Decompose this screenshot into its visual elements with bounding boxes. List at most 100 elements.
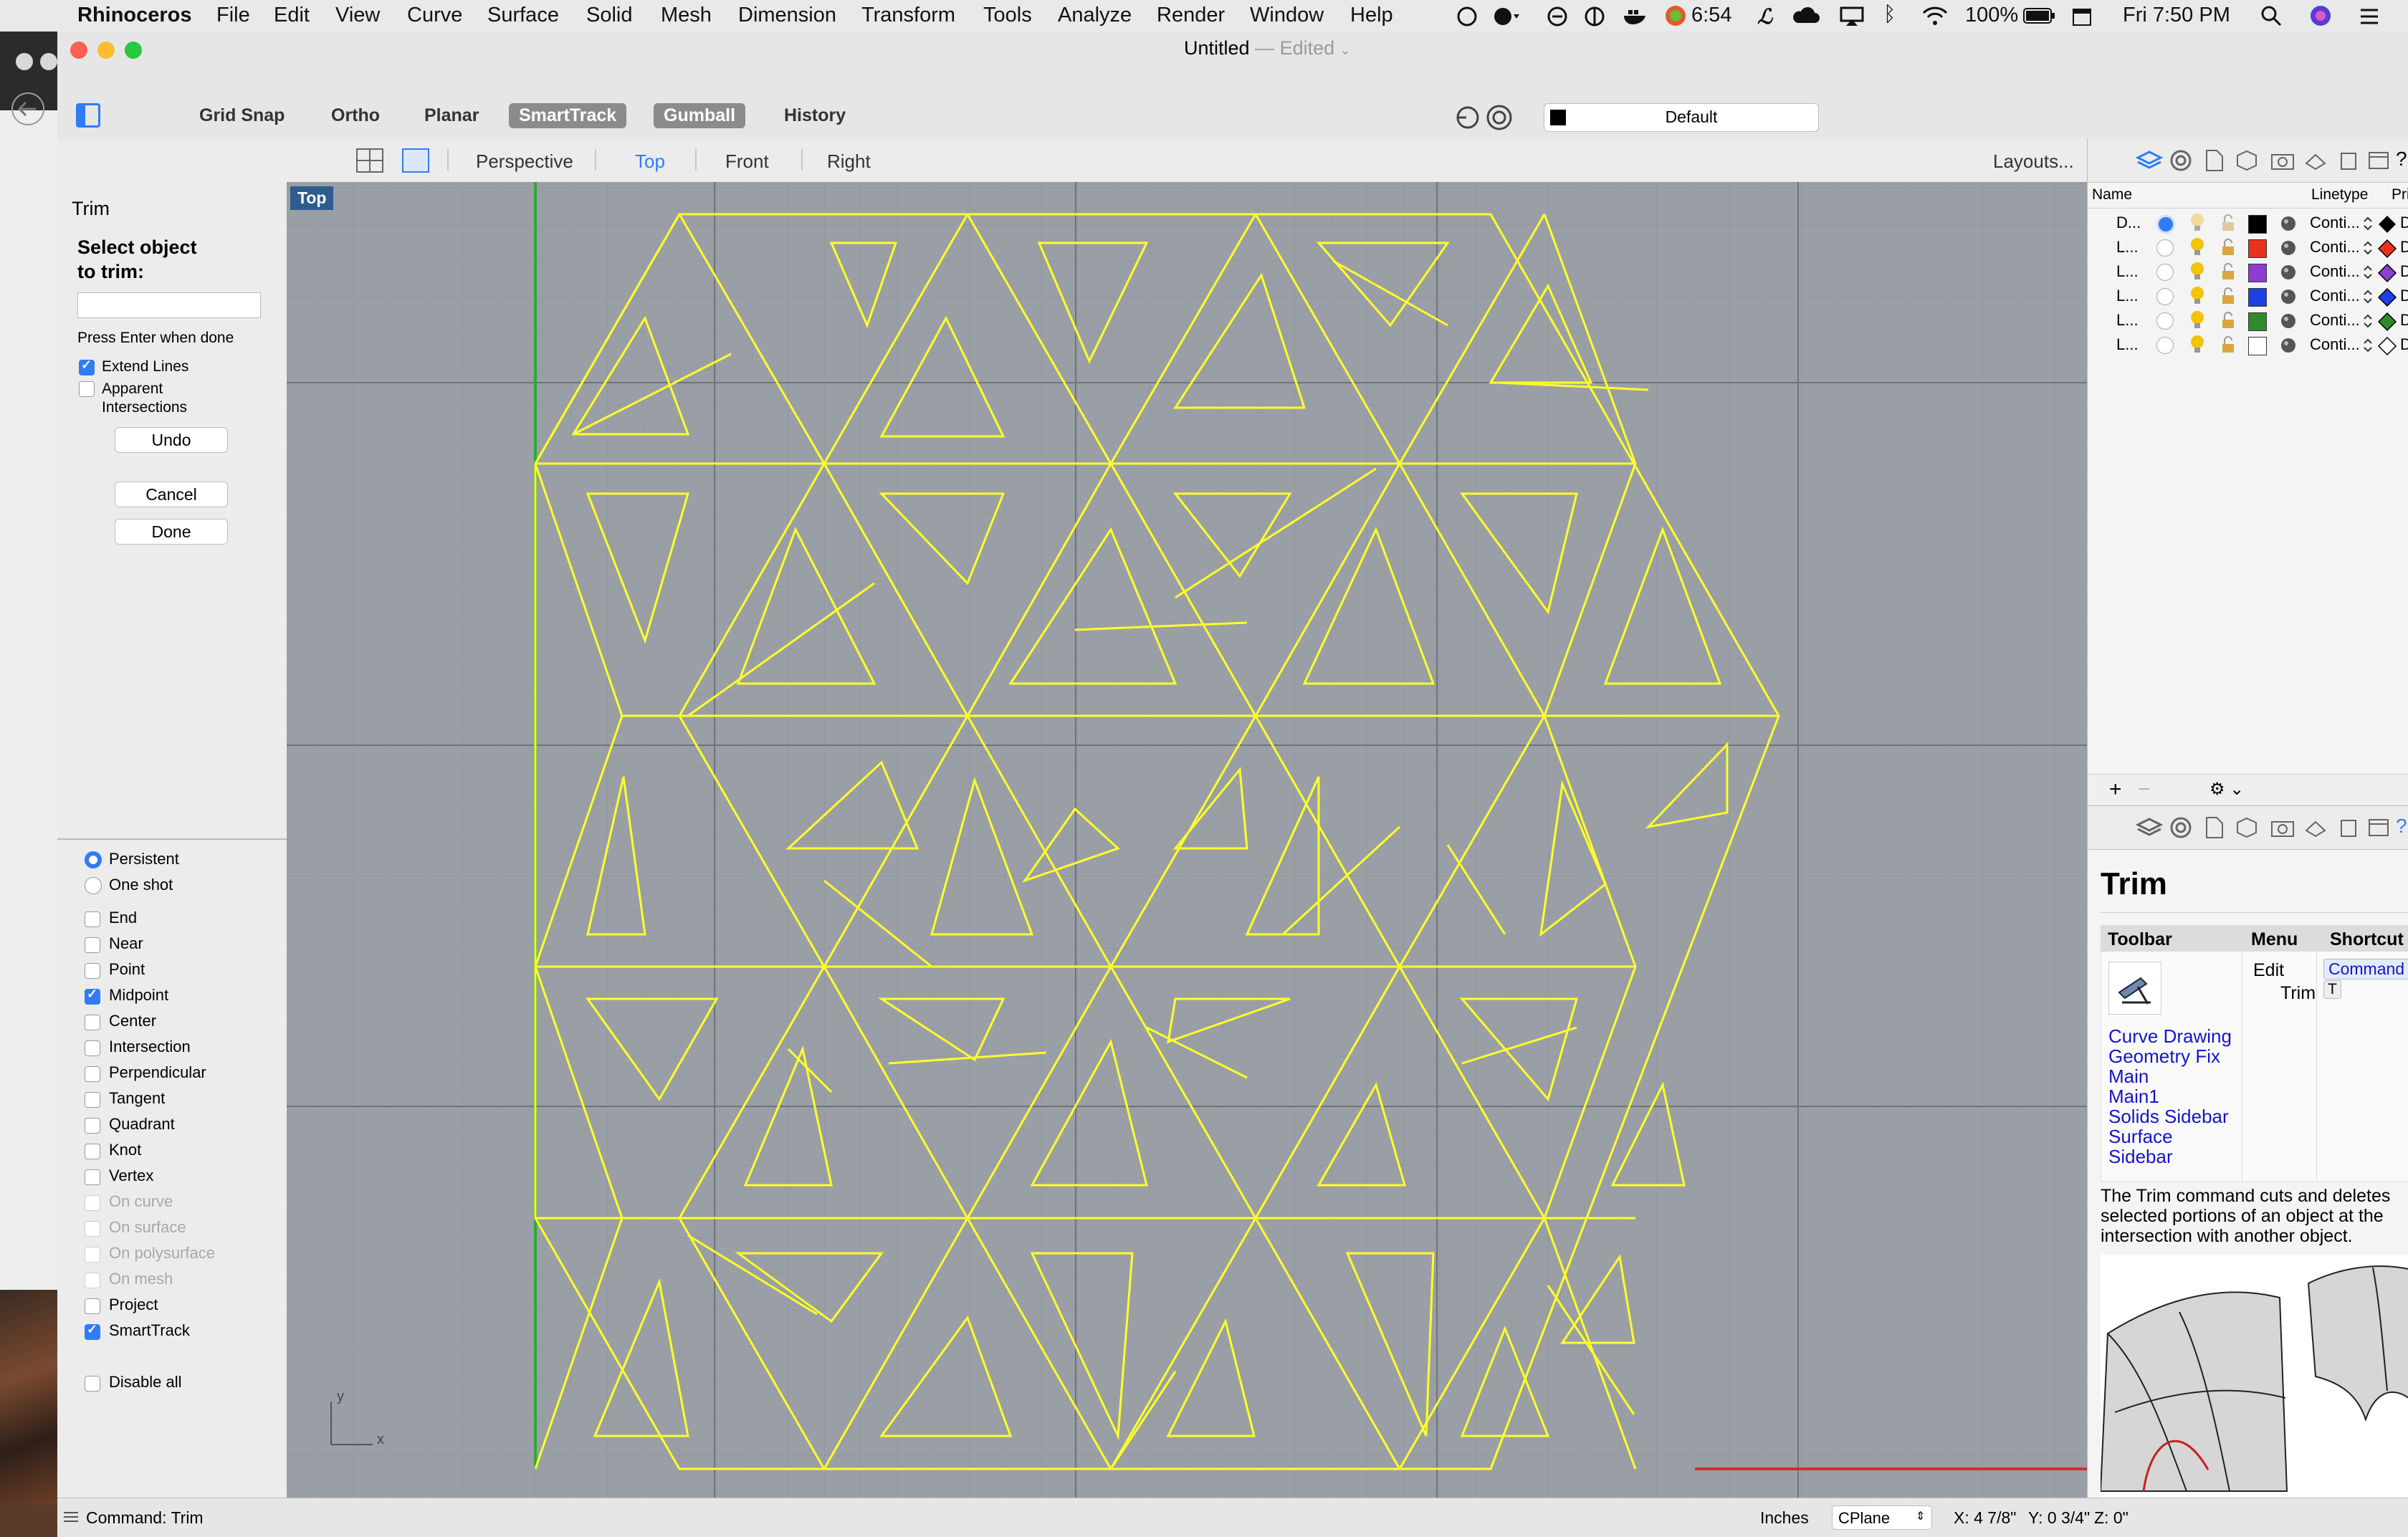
help-toolbar-link[interactable]: Geometry Fix [2108, 1046, 2252, 1066]
menu-analyze[interactable]: Analyze [1058, 4, 1132, 27]
layers-col-name[interactable]: Name [2092, 186, 2132, 204]
siri-icon[interactable] [2309, 4, 2332, 27]
apparent-intersections-label[interactable]: Apparent Intersections [102, 380, 209, 417]
bluetooth-icon[interactable]: ᛒ [1883, 3, 1896, 27]
layer-linetype[interactable]: Conti... [2310, 287, 2360, 305]
menu-solid[interactable]: Solid [586, 4, 633, 27]
lightbulb-icon[interactable] [2188, 285, 2207, 307]
object-tab-icon[interactable] [2235, 816, 2258, 839]
document-tab-icon[interactable] [2204, 149, 2224, 172]
current-layer-dropdown[interactable]: Default [1544, 103, 1819, 132]
units-label[interactable]: Inches [1760, 1508, 1809, 1528]
calendar-icon[interactable] [2071, 6, 2093, 27]
lightbulb-icon[interactable] [2188, 261, 2207, 282]
lightbulb-icon[interactable] [2188, 334, 2207, 355]
layers-tab-icon[interactable] [2135, 816, 2164, 839]
osnap-midpoint-checkbox[interactable] [85, 987, 100, 1005]
osnap-quadrant-checkbox[interactable] [85, 1118, 100, 1134]
osnap-end-label[interactable]: End [109, 909, 137, 927]
cplane-dropdown[interactable]: CPlane ⇕ [1832, 1505, 1932, 1530]
lightbulb-icon[interactable] [2188, 310, 2207, 331]
osnap-perpendicular-checkbox[interactable] [85, 1066, 100, 1082]
osnap-intersection-label[interactable]: Intersection [109, 1038, 191, 1056]
layer-row[interactable]: D... Conti... De [2088, 214, 2408, 238]
camera-tab-icon[interactable] [2270, 149, 2295, 172]
help-tab-icon[interactable]: ? [2396, 148, 2407, 171]
lightbulb-icon[interactable] [2188, 236, 2207, 258]
layer-color-swatch[interactable] [2248, 312, 2267, 331]
battery-icon[interactable] [2022, 6, 2055, 26]
help-toolbar-link[interactable]: Main [2108, 1066, 2252, 1086]
top-viewport[interactable]: Top y x [287, 182, 2087, 1498]
print-color-icon[interactable] [2377, 312, 2397, 332]
layer-row[interactable]: L... Conti... De [2088, 262, 2408, 287]
status-icon-b[interactable] [1492, 6, 1521, 27]
osnap-intersection-checkbox[interactable] [85, 1040, 100, 1056]
help-toolbar-link[interactable]: Curve Drawing [2108, 1026, 2252, 1046]
print-color-icon[interactable] [2377, 287, 2397, 307]
docker-icon[interactable] [1623, 6, 1647, 27]
osnap-smarttrack-checkbox[interactable] [85, 1322, 100, 1340]
notification-center-icon[interactable] [2358, 6, 2381, 27]
material-icon[interactable] [1485, 103, 1514, 132]
osnap-center-checkbox[interactable] [85, 1015, 100, 1030]
layer-row[interactable]: L... Conti... De [2088, 238, 2408, 262]
layer-target-icon[interactable] [1453, 103, 1482, 132]
layer-linetype[interactable]: Conti... [2310, 262, 2360, 281]
osnap-project-label[interactable]: Project [109, 1296, 158, 1314]
osnap-knot-checkbox[interactable] [85, 1144, 100, 1159]
chevron-down-icon[interactable]: ⌄ [1340, 43, 1351, 57]
close-window-icon[interactable] [70, 42, 87, 59]
osnap-vertex-checkbox[interactable] [85, 1169, 100, 1185]
layer-name[interactable]: L... [2116, 238, 2139, 257]
gear-icon[interactable]: ⚙ ⌄ [2209, 779, 2244, 800]
layer-name[interactable]: D... [2116, 214, 2141, 232]
layer-color-swatch[interactable] [2248, 239, 2267, 258]
layer-row[interactable]: L... Conti... De [2088, 335, 2408, 360]
viewport-title[interactable]: Top [290, 186, 334, 210]
osnap-knot-label[interactable]: Knot [109, 1141, 141, 1159]
command-line[interactable]: Command: Trim [86, 1508, 204, 1528]
trim-tool-icon[interactable] [2108, 962, 2161, 1015]
four-viewports-icon[interactable] [355, 148, 384, 173]
layer-linetype[interactable]: Conti... [2310, 214, 2360, 232]
camera-tab-icon[interactable] [2270, 816, 2295, 839]
current-layer-radio[interactable] [2156, 288, 2174, 305]
persistent-radio[interactable] [85, 851, 102, 868]
material-sphere-icon[interactable] [2280, 312, 2297, 330]
persistent-label[interactable]: Persistent [109, 850, 179, 868]
back-arrow-icon[interactable] [3, 90, 53, 128]
smarttrack-button[interactable]: SmartTrack [509, 103, 627, 128]
single-viewport-icon[interactable] [401, 148, 430, 173]
cloud-icon[interactable] [1792, 6, 1820, 27]
chevron-updown-icon[interactable] [2363, 265, 2373, 279]
menu-view[interactable]: View [335, 4, 380, 27]
lock-icon[interactable] [2220, 311, 2237, 331]
one-shot-radio[interactable] [85, 877, 102, 894]
tab-right[interactable]: Right [827, 150, 871, 173]
sidebar-toggle-icon[interactable] [76, 103, 100, 128]
menu-tools[interactable]: Tools [983, 4, 1032, 27]
layers-col-print[interactable]: Pri [2392, 186, 2408, 204]
chevron-updown-icon[interactable] [2363, 314, 2373, 328]
osnap-midpoint-label[interactable]: Midpoint [109, 986, 168, 1005]
layer-row[interactable]: L... Conti... De [2088, 287, 2408, 311]
osnap-point-checkbox[interactable] [85, 963, 100, 979]
layer-color-swatch[interactable] [2248, 264, 2267, 282]
layer-color-swatch[interactable] [2248, 337, 2267, 355]
print-color-icon[interactable] [2377, 214, 2397, 234]
osnap-center-label[interactable]: Center [109, 1012, 156, 1030]
texture-tab-icon[interactable] [2304, 149, 2327, 172]
status-icon-c[interactable] [1584, 6, 1605, 27]
help-toolbar-link[interactable]: Surface [2108, 1126, 2252, 1146]
help-tab-icon[interactable]: ? [2396, 815, 2407, 838]
tab-perspective[interactable]: Perspective [476, 150, 573, 173]
panel-tab-icon[interactable] [2367, 149, 2390, 172]
object-tab-icon[interactable] [2235, 149, 2258, 172]
tab-top[interactable]: Top [635, 150, 665, 173]
one-shot-label[interactable]: One shot [109, 876, 173, 894]
status-icon-a[interactable] [1456, 6, 1478, 27]
done-button[interactable]: Done [115, 519, 228, 545]
add-layer-button[interactable]: + [2109, 777, 2122, 802]
layer-name[interactable]: L... [2116, 335, 2139, 354]
